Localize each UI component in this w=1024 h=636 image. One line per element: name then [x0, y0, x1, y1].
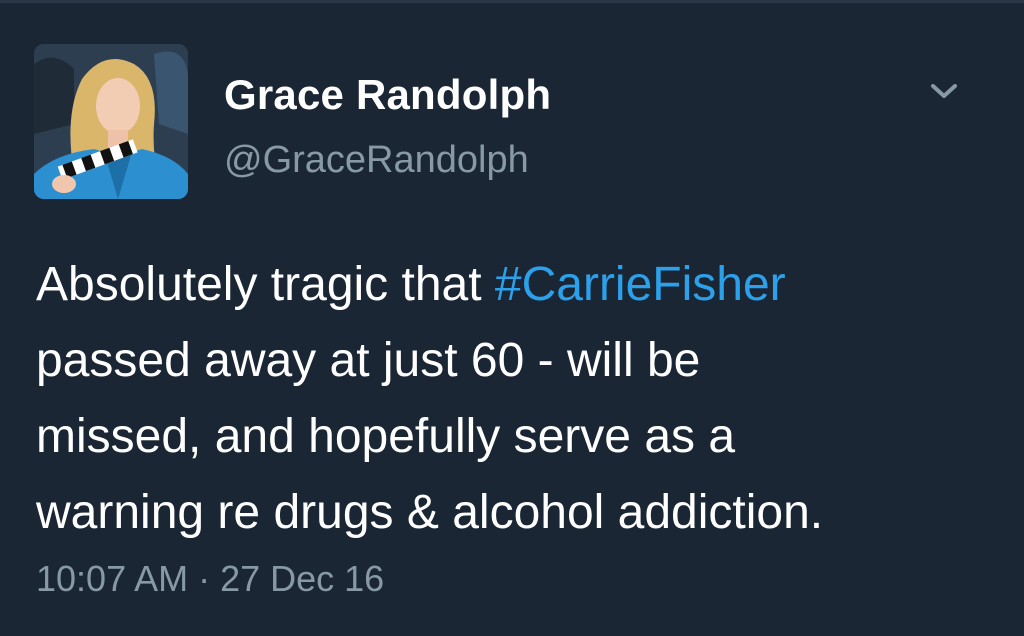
avatar-photo — [34, 44, 188, 199]
hashtag-link[interactable]: #CarrieFisher — [495, 258, 786, 311]
author-display-name[interactable]: Grace Randolph — [224, 71, 551, 119]
tweet-text: Absolutely tragic that #CarrieFisher pas… — [36, 247, 996, 551]
tweet-timestamp[interactable]: 10:07 AM · 27 Dec 16 — [36, 558, 384, 600]
author-handle[interactable]: @GraceRandolph — [224, 139, 529, 182]
tweet-text-segment: Absolutely tragic that — [36, 258, 495, 311]
chevron-down-icon[interactable] — [926, 77, 962, 105]
tweet-text-line: missed, and hopefully serve as a — [36, 410, 736, 463]
avatar[interactable] — [34, 44, 188, 199]
tweet-card: Grace Randolph @GraceRandolph Absolutely… — [0, 0, 1024, 636]
tweet-text-line: warning re drugs & alcohol addiction. — [36, 486, 824, 539]
tweet-text-line: passed away at just 60 - will be — [36, 334, 701, 387]
tweet-text-line: Absolutely tragic that #CarrieFisher — [36, 247, 996, 323]
